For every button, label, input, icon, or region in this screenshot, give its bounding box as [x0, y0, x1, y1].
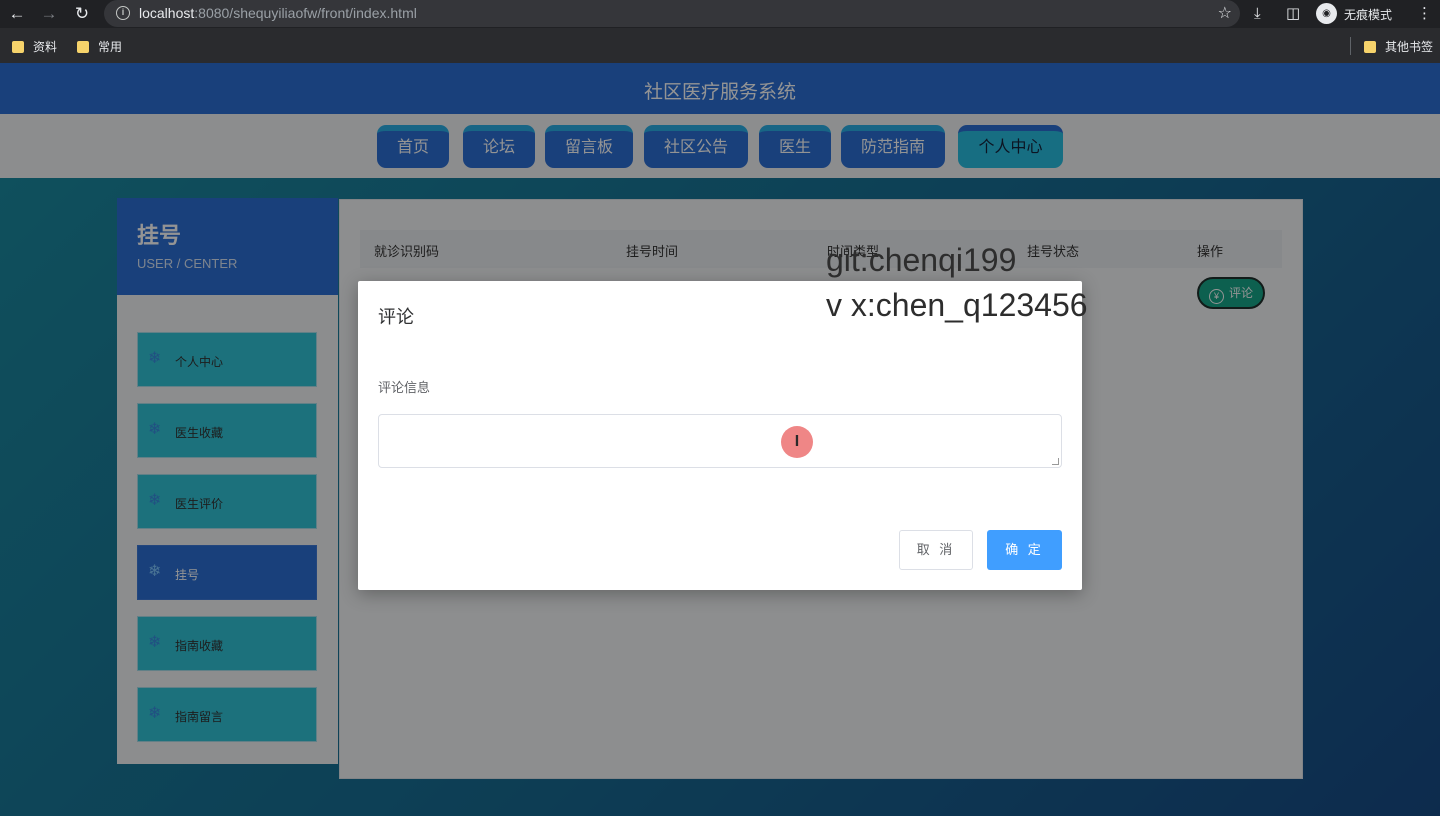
side-panel-icon[interactable]: ◫ [1286, 3, 1300, 25]
folder-icon [1364, 41, 1376, 53]
bookmark-folder-0[interactable]: 资料 [12, 38, 57, 55]
comment-textarea[interactable] [378, 414, 1062, 468]
dialog-title: 评论 [378, 307, 414, 327]
incognito-icon[interactable]: ◉ [1316, 3, 1337, 24]
url-path: :8080/shequyiliaofw/front/index.html [194, 5, 417, 21]
folder-icon [77, 41, 89, 53]
resize-handle[interactable] [1052, 458, 1059, 465]
download-icon[interactable]: ⤓ [1254, 3, 1261, 25]
bookmark-divider [1350, 37, 1351, 55]
address-bar[interactable]: i localhost:8080/shequyiliaofw/front/ind… [104, 0, 1240, 27]
text-cursor-icon: I [781, 426, 813, 458]
site-info-icon[interactable]: i [116, 6, 130, 20]
watermark-line-1: git:chenqi199 [826, 242, 1017, 278]
bookmark-label: 常用 [98, 40, 123, 54]
other-bookmarks[interactable]: 其他书签 [1364, 38, 1433, 55]
comment-dialog: 评论 评论信息 I 取 消 确 定 [358, 281, 1082, 590]
url-text[interactable]: localhost:8080/shequyiliaofw/front/index… [139, 5, 417, 21]
bookmark-folder-1[interactable]: 常用 [77, 38, 122, 55]
watermark-line-2: v x:chen_q123456 [826, 287, 1088, 323]
bookmark-label: 资料 [33, 40, 58, 54]
forward-icon[interactable]: → [37, 3, 61, 25]
cancel-button[interactable]: 取 消 [899, 530, 973, 570]
reload-icon[interactable]: ↻ [70, 3, 94, 25]
bookmark-label: 其他书签 [1385, 40, 1434, 54]
browser-toolbar: ← → ↻ i localhost:8080/shequyiliaofw/fro… [0, 0, 1440, 28]
confirm-button[interactable]: 确 定 [987, 530, 1062, 570]
bookmark-star-icon[interactable]: ☆ [1218, 3, 1232, 23]
url-host: localhost [139, 5, 195, 21]
back-icon[interactable]: ← [5, 3, 29, 25]
menu-kebab-icon[interactable]: ⋮ [1417, 3, 1432, 25]
bookmarks-bar: 资料 常用 其他书签 [0, 28, 1440, 63]
incognito-label[interactable]: 无痕模式 [1344, 6, 1392, 23]
comment-field-label: 评论信息 [378, 380, 431, 395]
folder-icon [12, 41, 24, 53]
